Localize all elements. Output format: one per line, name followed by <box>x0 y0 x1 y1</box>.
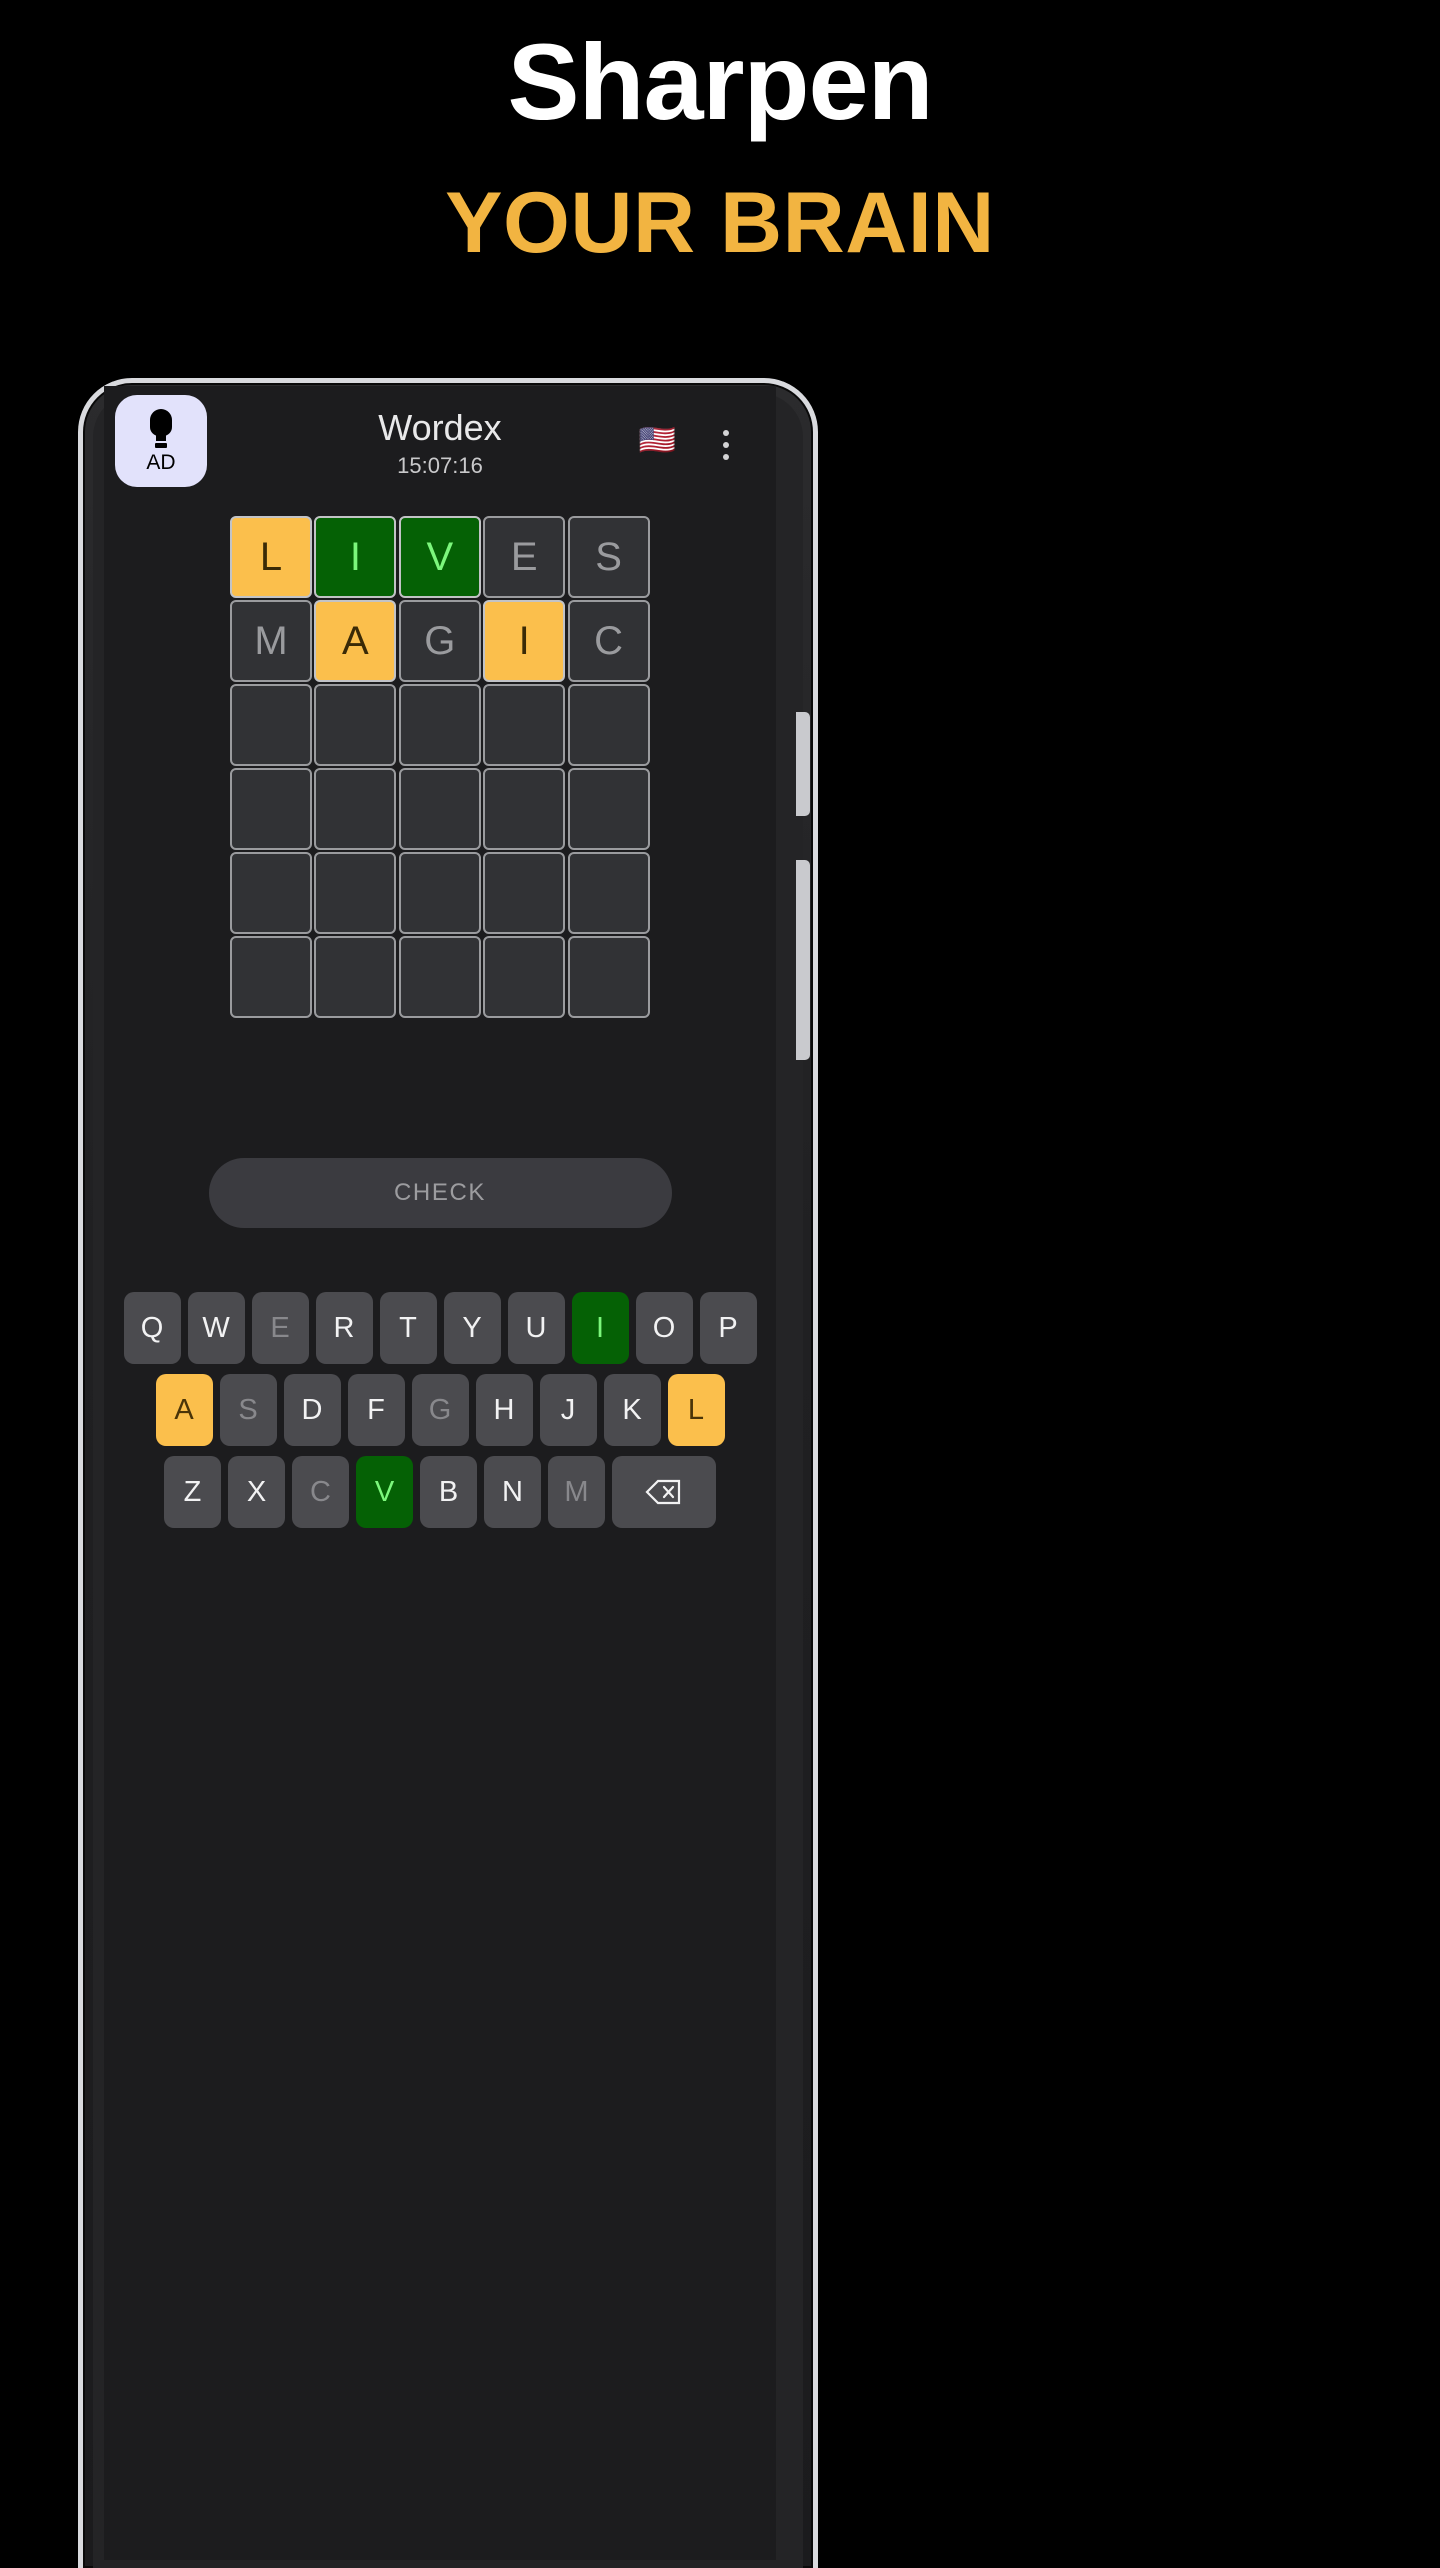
grid-tile <box>567 852 650 934</box>
promo-title-primary: Sharpen <box>507 21 933 142</box>
grid-tile <box>398 936 481 1018</box>
app-header: AD Wordex 15:07:16 🇺🇸 <box>104 386 776 506</box>
key-d[interactable]: D <box>283 1374 341 1446</box>
key-i[interactable]: I <box>571 1292 629 1364</box>
key-q[interactable]: Q <box>123 1292 181 1364</box>
grid-tile: E <box>483 516 566 598</box>
volume-button[interactable] <box>796 860 810 1060</box>
grid-tile: I <box>314 516 397 598</box>
grid-tile <box>567 768 650 850</box>
word-grid: LIVESMAGIC <box>230 516 650 1018</box>
grid-tile: S <box>567 516 650 598</box>
check-button-label: CHECK <box>393 1179 486 1206</box>
key-y[interactable]: Y <box>443 1292 501 1364</box>
grid-tile <box>314 768 397 850</box>
promo-title-secondary: YOUR BRAIN <box>445 175 995 271</box>
grid-tile <box>567 684 650 766</box>
grid-tile <box>483 768 566 850</box>
key-c[interactable]: C <box>292 1456 349 1528</box>
key-s[interactable]: S <box>219 1374 277 1446</box>
key-u[interactable]: U <box>507 1292 565 1364</box>
grid-tile <box>483 852 566 934</box>
grid-tile: A <box>314 600 397 682</box>
grid-tile: V <box>398 516 481 598</box>
key-w[interactable]: W <box>187 1292 245 1364</box>
grid-tile <box>398 684 481 766</box>
key-e[interactable]: E <box>251 1292 309 1364</box>
key-t[interactable]: T <box>379 1292 437 1364</box>
key-f[interactable]: F <box>347 1374 405 1446</box>
grid-tile <box>567 936 650 1018</box>
grid-tile <box>314 684 397 766</box>
grid-tile <box>483 684 566 766</box>
key-p[interactable]: P <box>699 1292 757 1364</box>
check-button[interactable]: CHECK <box>208 1158 672 1228</box>
grid-tile <box>483 936 566 1018</box>
keyboard-row: ZXCVBNM <box>110 1456 770 1528</box>
key-r[interactable]: R <box>315 1292 373 1364</box>
key-v[interactable]: V <box>356 1456 413 1528</box>
key-h[interactable]: H <box>475 1374 533 1446</box>
keyboard-row: ASDFGHJKL <box>110 1374 770 1446</box>
grid-tile <box>230 936 312 1018</box>
grid-tile <box>230 684 312 766</box>
key-a[interactable]: A <box>155 1374 213 1446</box>
key-l[interactable]: L <box>667 1374 725 1446</box>
key-x[interactable]: X <box>228 1456 285 1528</box>
key-k[interactable]: K <box>603 1374 661 1446</box>
grid-tile <box>398 768 481 850</box>
power-button[interactable] <box>796 712 810 816</box>
promo-headline: Sharpen YOUR BRAIN <box>0 0 1440 271</box>
grid-tile <box>398 852 481 934</box>
grid-tile: C <box>567 600 650 682</box>
virtual-keyboard: QWERTYUIOP ASDFGHJKL ZXCVBNM <box>110 1292 770 1528</box>
grid-tile <box>314 852 397 934</box>
key-n[interactable]: N <box>484 1456 541 1528</box>
app-screen: AD Wordex 15:07:16 🇺🇸 LIVESMAGIC CHECK Q… <box>104 386 776 2560</box>
key-o[interactable]: O <box>635 1292 693 1364</box>
backspace-key[interactable] <box>612 1456 716 1528</box>
key-z[interactable]: Z <box>164 1456 221 1528</box>
grid-tile <box>314 936 397 1018</box>
grid-tile: I <box>483 600 566 682</box>
more-vertical-icon[interactable] <box>708 420 744 470</box>
language-flag-icon[interactable]: 🇺🇸 <box>639 426 676 456</box>
key-b[interactable]: B <box>420 1456 477 1528</box>
grid-tile: M <box>230 600 312 682</box>
grid-tile <box>230 852 312 934</box>
key-g[interactable]: G <box>411 1374 469 1446</box>
key-j[interactable]: J <box>539 1374 597 1446</box>
key-m[interactable]: M <box>548 1456 605 1528</box>
grid-tile: L <box>230 516 312 598</box>
grid-tile <box>230 768 312 850</box>
keyboard-row: QWERTYUIOP <box>110 1292 770 1364</box>
grid-tile: G <box>398 600 481 682</box>
